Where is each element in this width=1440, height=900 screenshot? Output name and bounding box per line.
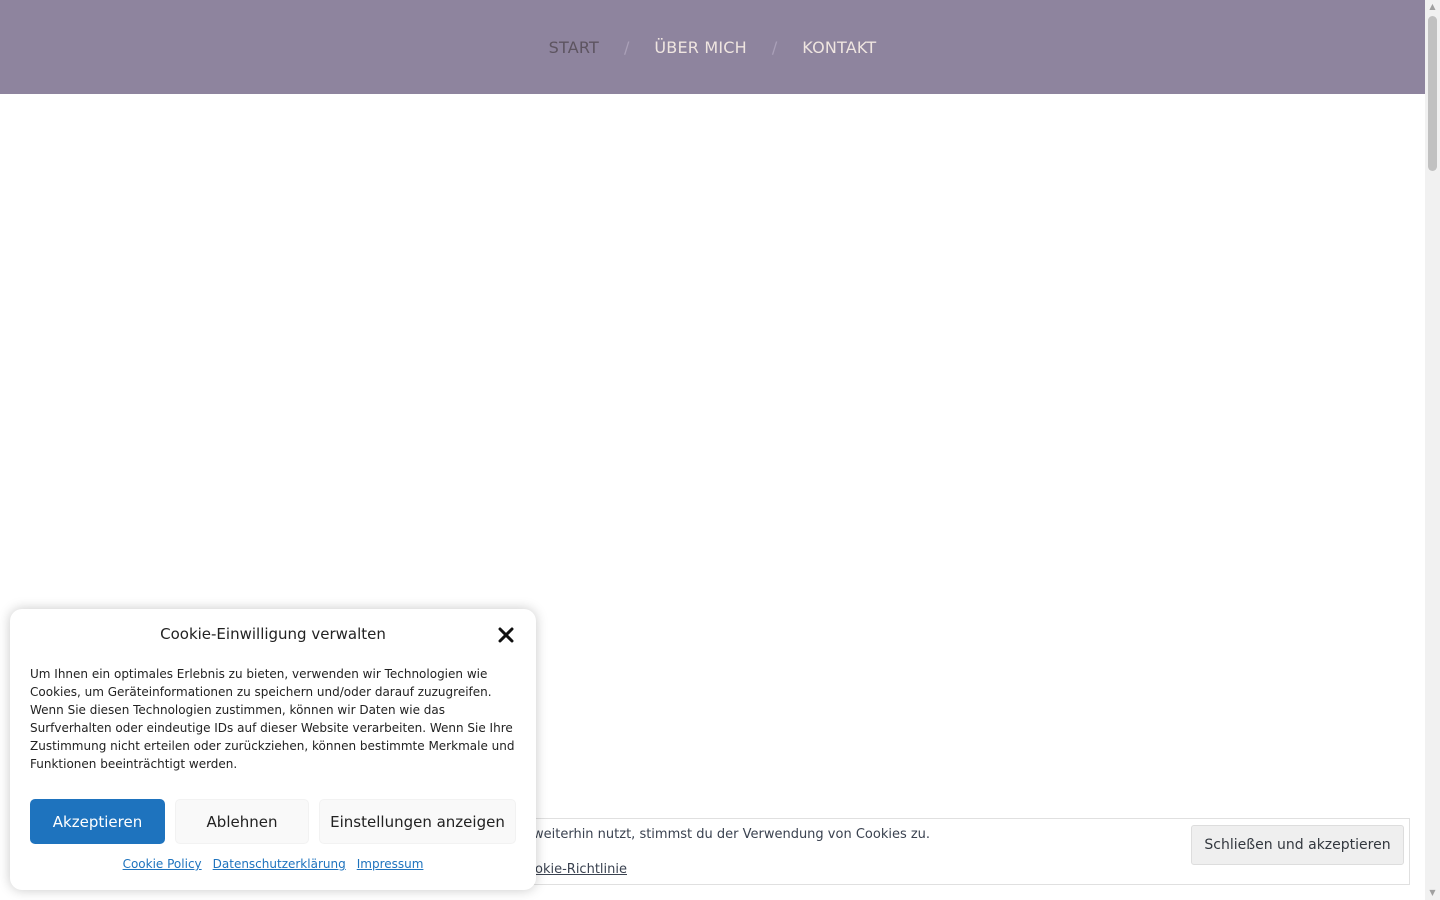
close-icon[interactable] bbox=[496, 625, 516, 645]
cookie-policy-link[interactable]: Cookie Policy bbox=[123, 857, 202, 871]
nav-separator: / bbox=[623, 37, 630, 57]
nav-separator: / bbox=[771, 37, 778, 57]
scroll-up-icon[interactable]: ▲ bbox=[1425, 0, 1440, 14]
deny-button[interactable]: Ablehnen bbox=[175, 799, 309, 844]
site-header: START / ÜBER MICH / KONTAKT bbox=[0, 0, 1425, 94]
vertical-scrollbar[interactable]: ▲ ▼ bbox=[1425, 0, 1440, 900]
privacy-policy-link[interactable]: Datenschutzerklärung bbox=[213, 857, 346, 871]
imprint-link[interactable]: Impressum bbox=[357, 857, 424, 871]
scroll-down-icon[interactable]: ▼ bbox=[1425, 886, 1440, 900]
page: START / ÜBER MICH / KONTAKT weiterhin nu… bbox=[0, 0, 1440, 900]
nav-item-start[interactable]: START bbox=[549, 38, 599, 57]
consent-title: Cookie-Einwilligung verwalten bbox=[160, 625, 386, 643]
consent-message: Um Ihnen ein optimales Erlebnis zu biete… bbox=[30, 667, 515, 771]
nav-item-ueber-mich[interactable]: ÜBER MICH bbox=[654, 38, 747, 57]
cookie-notice-text: weiterhin nutzt, stimmst du der Verwendu… bbox=[533, 827, 931, 842]
cookie-policy-link[interactable]: okie-Richtlinie bbox=[535, 862, 627, 877]
main-nav: START / ÜBER MICH / KONTAKT bbox=[549, 38, 877, 57]
cookie-consent-dialog: Cookie-Einwilligung verwalten Um Ihnen e… bbox=[10, 609, 536, 890]
accept-button[interactable]: Akzeptieren bbox=[30, 799, 165, 844]
nav-item-kontakt[interactable]: KONTAKT bbox=[802, 38, 876, 57]
consent-links: Cookie Policy Datenschutzerklärung Impre… bbox=[10, 857, 536, 871]
close-and-accept-button[interactable]: Schließen und akzeptieren bbox=[1191, 825, 1404, 865]
scrollbar-thumb[interactable] bbox=[1428, 16, 1437, 171]
view-preferences-button[interactable]: Einstellungen anzeigen bbox=[319, 799, 516, 844]
